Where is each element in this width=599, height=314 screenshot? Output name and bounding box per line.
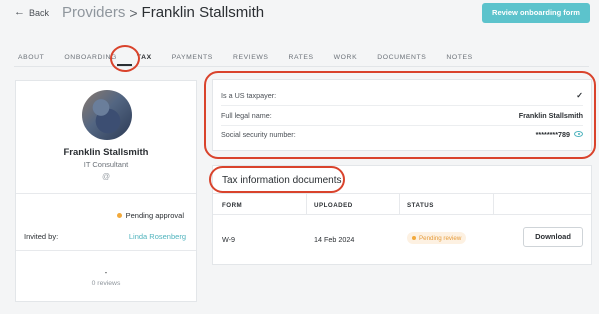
arrow-left-icon: ← bbox=[14, 6, 25, 18]
column-header-form: FORM bbox=[222, 202, 243, 209]
review-onboarding-form-button[interactable]: Review onboarding form bbox=[482, 3, 590, 23]
column-header-status: STATUS bbox=[407, 202, 434, 209]
legal-name-row: Full legal name: Franklin Stallsmith bbox=[221, 106, 583, 124]
document-form: W-9 bbox=[222, 235, 236, 244]
invited-by-label: Invited by: bbox=[24, 232, 59, 241]
divider bbox=[16, 250, 196, 251]
profile-name: Franklin Stallsmith bbox=[63, 147, 149, 158]
tab-bar: ABOUT ONBOARDING TAX PAYMENTS REVIEWS RA… bbox=[18, 54, 493, 61]
download-button[interactable]: Download bbox=[523, 227, 583, 247]
active-tab-indicator bbox=[117, 64, 132, 66]
tab-onboarding[interactable]: ONBOARDING bbox=[64, 54, 116, 61]
status-badge: Pending approval bbox=[116, 211, 184, 220]
avatar bbox=[82, 90, 132, 140]
breadcrumb: Providers > Franklin Stallsmith bbox=[62, 4, 264, 21]
tab-rates[interactable]: RATES bbox=[289, 54, 314, 61]
us-taxpayer-label: Is a US taxpayer: bbox=[221, 90, 277, 100]
invited-by-link[interactable]: Linda Rosenberg bbox=[129, 232, 186, 241]
check-icon: ✓ bbox=[576, 90, 583, 100]
page-title: Franklin Stallsmith bbox=[141, 4, 265, 21]
back-button[interactable]: ← Back bbox=[14, 7, 49, 18]
profile-role: IT Consultant bbox=[83, 160, 129, 169]
chevron-right-icon: > bbox=[129, 4, 138, 21]
tab-reviews[interactable]: REVIEWS bbox=[233, 54, 269, 61]
status-dot-icon bbox=[412, 236, 416, 240]
back-label: Back bbox=[29, 7, 50, 18]
document-uploaded: 14 Feb 2024 bbox=[314, 235, 355, 244]
document-status: Pending review bbox=[419, 234, 462, 242]
tab-tax[interactable]: TAX bbox=[137, 54, 152, 61]
at-icon: @ bbox=[101, 172, 111, 181]
tab-about[interactable]: ABOUT bbox=[18, 54, 44, 61]
profile-card: Franklin Stallsmith IT Consultant @ Pend… bbox=[15, 80, 197, 302]
tab-work[interactable]: WORK bbox=[334, 54, 358, 61]
status-label: Pending approval bbox=[125, 211, 184, 220]
tab-documents[interactable]: DOCUMENTS bbox=[377, 54, 426, 61]
status-badge: Pending review bbox=[407, 232, 467, 244]
divider bbox=[213, 214, 591, 215]
tab-notes[interactable]: NOTES bbox=[446, 54, 472, 61]
column-divider bbox=[399, 193, 400, 214]
us-taxpayer-row: Is a US taxpayer: ✓ bbox=[221, 86, 583, 104]
breadcrumb-providers[interactable]: Providers bbox=[62, 4, 125, 21]
rating-value: - bbox=[104, 268, 108, 277]
column-divider bbox=[306, 193, 307, 214]
legal-name-value: Franklin Stallsmith bbox=[518, 110, 583, 120]
documents-title: Tax information documents bbox=[222, 175, 342, 186]
tab-payments[interactable]: PAYMENTS bbox=[172, 54, 213, 61]
ssn-label: Social security number: bbox=[221, 129, 296, 139]
ssn-row: Social security number: ********789 bbox=[221, 125, 583, 143]
tax-documents-card: Tax information documents FORM UPLOADED … bbox=[212, 165, 592, 265]
divider bbox=[16, 193, 196, 194]
legal-name-label: Full legal name: bbox=[221, 110, 272, 120]
ssn-value-group: ********789 bbox=[536, 130, 583, 139]
divider bbox=[213, 193, 591, 194]
reviews-count: 0 reviews bbox=[91, 280, 121, 287]
tab-divider bbox=[14, 66, 589, 67]
column-header-uploaded: UPLOADED bbox=[314, 202, 353, 209]
column-divider bbox=[493, 193, 494, 214]
status-dot-icon bbox=[116, 213, 122, 218]
eye-icon[interactable] bbox=[574, 131, 583, 137]
tax-info-card: Is a US taxpayer: ✓ Full legal name: Fra… bbox=[212, 79, 592, 151]
ssn-value: ********789 bbox=[535, 129, 570, 139]
